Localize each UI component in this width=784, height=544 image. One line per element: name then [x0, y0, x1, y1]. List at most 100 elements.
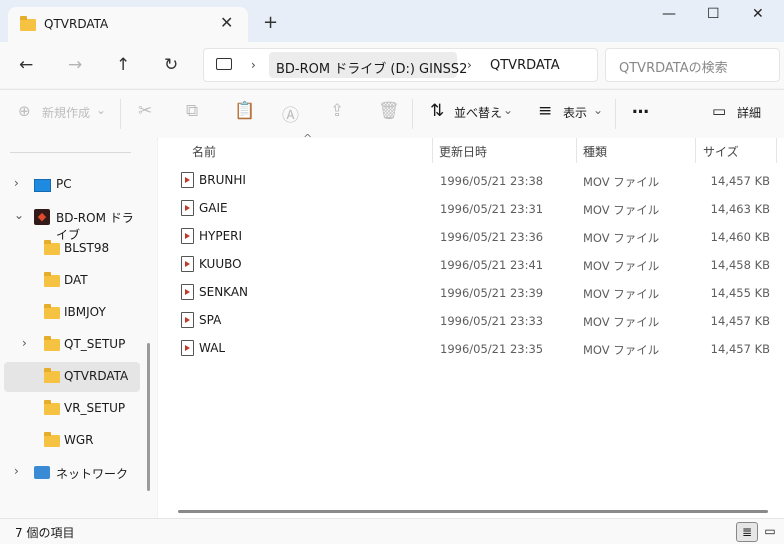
breadcrumb-drive[interactable]: BD-ROM ドライブ (D:) GINSS2: [276, 58, 467, 77]
table-row[interactable]: HYPERI 1996/05/21 23:36 MOV ファイル 14,460 KB: [158, 222, 784, 250]
address-bar[interactable]: › BD-ROM ドライブ (D:) GINSS2 › QTVRDATA: [203, 48, 598, 82]
close-window-button[interactable]: ✕: [752, 6, 764, 22]
sidebar-item-qt-setup[interactable]: › QT_SETUP: [0, 330, 145, 360]
chevron-right-icon[interactable]: ›: [14, 176, 19, 190]
sort-ascending-icon: ^: [303, 132, 313, 145]
file-type: MOV ファイル: [583, 259, 660, 273]
table-row[interactable]: SPA 1996/05/21 23:33 MOV ファイル 14,457 KB: [158, 306, 784, 334]
column-header-name[interactable]: 名前: [192, 143, 216, 160]
view-button[interactable]: 表示: [563, 104, 587, 121]
column-header-type[interactable]: 種類: [583, 143, 607, 160]
sidebar-item-[interactable]: › ネットワーク: [0, 458, 145, 488]
file-type: MOV ファイル: [583, 203, 660, 217]
share-icon[interactable]: ⇪: [330, 101, 344, 121]
new-button[interactable]: 新規作成: [42, 104, 90, 121]
computer-icon[interactable]: [216, 58, 232, 70]
sidebar-item-label: PC: [56, 177, 72, 191]
file-name: BRUNHI: [199, 173, 246, 187]
new-plus-icon: ⊕: [18, 102, 31, 120]
sort-button[interactable]: 並べ替え: [454, 104, 502, 121]
sidebar-item-label: WGR: [64, 433, 94, 447]
file-type: MOV ファイル: [583, 315, 660, 329]
tab-qtvrdata[interactable]: QTVRDATA ✕: [8, 7, 248, 42]
sidebar-item-label: BLST98: [64, 241, 110, 255]
tab-close-icon[interactable]: ✕: [220, 13, 233, 32]
sort-icon: ⇅: [430, 101, 445, 121]
file-name: KUUBO: [199, 257, 242, 271]
sidebar-item-label: QTVRDATA: [64, 369, 129, 383]
sidebar-item-label: QT_SETUP: [64, 337, 126, 351]
breadcrumb-separator[interactable]: ›: [251, 58, 256, 72]
forward-button[interactable]: →: [68, 55, 82, 75]
details-pane-icon: ▭: [712, 102, 727, 120]
refresh-button[interactable]: ↻: [164, 55, 178, 75]
column-divider[interactable]: [432, 138, 433, 163]
column-divider[interactable]: [576, 138, 577, 163]
sidebar-item-pc[interactable]: › PC: [0, 170, 145, 200]
sidebar-item-blst98[interactable]: BLST98: [0, 234, 145, 264]
file-size: 14,460 KB: [710, 230, 770, 244]
horizontal-scrollbar[interactable]: [178, 510, 768, 513]
rename-icon[interactable]: Ⓐ: [282, 101, 299, 126]
column-header-row: ^ 名前 更新日時 種類 サイズ: [158, 132, 784, 163]
details-button[interactable]: 詳細: [737, 104, 761, 121]
search-box[interactable]: QTVRDATAの検索: [605, 48, 780, 82]
up-button[interactable]: ↑: [116, 55, 130, 75]
more-options-button[interactable]: …: [632, 98, 649, 118]
drive-icon: ◆: [34, 209, 50, 225]
table-row[interactable]: KUUBO 1996/05/21 23:41 MOV ファイル 14,458 KB: [158, 250, 784, 278]
file-size: 14,463 KB: [710, 202, 770, 216]
folder-icon: [44, 336, 60, 351]
delete-icon[interactable]: 🗑: [378, 101, 400, 121]
pc-icon: [34, 179, 51, 192]
minimize-button[interactable]: —: [662, 6, 676, 22]
back-button[interactable]: ←: [19, 55, 33, 75]
tiles-view-button[interactable]: ▭: [760, 522, 780, 540]
breadcrumb-folder[interactable]: QTVRDATA: [490, 58, 560, 73]
sidebar-item-bd-rom[interactable]: ⌄ ◆ BD-ROM ドライブ: [0, 202, 145, 242]
folder-icon: [44, 432, 60, 447]
sidebar-item-dat[interactable]: DAT: [0, 266, 145, 296]
column-header-modified[interactable]: 更新日時: [439, 143, 487, 160]
copy-icon[interactable]: ⧉: [186, 101, 198, 121]
file-type: MOV ファイル: [583, 343, 660, 357]
folder-icon: [44, 400, 60, 415]
file-name: GAIE: [199, 201, 228, 215]
sidebar-item-wgr[interactable]: WGR: [0, 426, 145, 456]
sidebar-item-ibmjoy[interactable]: IBMJOY: [0, 298, 145, 328]
command-bar: ⊕ 新規作成 ⌄ ✂ ⧉ 📋 Ⓐ ⇪ 🗑 ⇅ 並べ替え ⌄ ≡ 表示 ⌄ … ▭…: [0, 89, 784, 139]
table-row[interactable]: WAL 1996/05/21 23:35 MOV ファイル 14,457 KB: [158, 334, 784, 362]
navigation-bar: ← → ↑ ↻ › BD-ROM ドライブ (D:) GINSS2 › QTVR…: [0, 42, 784, 88]
video-file-icon: [181, 200, 194, 216]
video-file-icon: [181, 284, 194, 300]
table-row[interactable]: GAIE 1996/05/21 23:31 MOV ファイル 14,463 KB: [158, 194, 784, 222]
chevron-right-icon[interactable]: ›: [22, 336, 27, 350]
file-type: MOV ファイル: [583, 231, 660, 245]
sidebar-scrollbar[interactable]: [147, 343, 150, 491]
new-tab-button[interactable]: +: [263, 12, 278, 33]
file-list: ^ 名前 更新日時 種類 サイズ BRUNHI 1996/05/21 23:38 M…: [158, 132, 784, 518]
chevron-down-icon: ⌄: [593, 103, 604, 117]
table-row[interactable]: SENKAN 1996/05/21 23:39 MOV ファイル 14,455 KB: [158, 278, 784, 306]
sidebar-item-vr-setup[interactable]: VR_SETUP: [0, 394, 145, 424]
table-row[interactable]: BRUNHI 1996/05/21 23:38 MOV ファイル 14,457 KB: [158, 166, 784, 194]
folder-icon: [44, 304, 60, 319]
paste-icon[interactable]: 📋: [234, 101, 255, 121]
chevron-right-icon[interactable]: ›: [14, 464, 19, 478]
cut-icon[interactable]: ✂: [138, 101, 152, 121]
column-divider[interactable]: [776, 138, 777, 163]
chevron-down-icon[interactable]: ⌄: [14, 208, 24, 222]
column-divider[interactable]: [695, 138, 696, 163]
navigation-pane: › PC ⌄ ◆ BD-ROM ドライブ BLST98 DAT IBMJOY › QT_SETUP…: [0, 138, 157, 518]
search-placeholder: QTVRDATAの検索: [619, 61, 728, 76]
maximize-button[interactable]: ☐: [707, 6, 720, 22]
column-header-size[interactable]: サイズ: [703, 143, 739, 160]
details-view-button[interactable]: ≣: [736, 522, 758, 542]
network-icon: [34, 466, 50, 479]
folder-icon: [20, 16, 36, 31]
file-size: 14,458 KB: [710, 258, 770, 272]
breadcrumb-separator[interactable]: ›: [467, 58, 472, 72]
sidebar-item-qtvrdata[interactable]: QTVRDATA: [4, 362, 140, 392]
view-icon: ≡: [538, 101, 553, 121]
file-size: 14,457 KB: [710, 174, 770, 188]
